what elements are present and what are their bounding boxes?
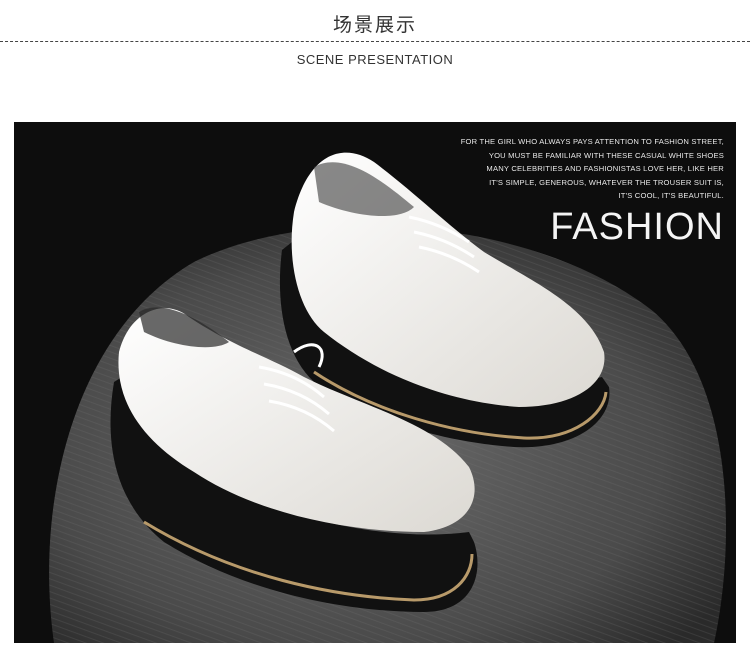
section-title-cn: 场景展示 <box>332 14 417 36</box>
tagline-line: YOU MUST BE FAMILIAR WITH THESE CASUAL W… <box>488 150 724 160</box>
tagline-line: IT'S SIMPLE, GENEROUS, WHATEVER THE TROU… <box>489 177 724 187</box>
product-scene-photo: FOR THE GIRL WHO ALWAYS PAYS ATTENTION T… <box>14 122 736 643</box>
section-title-en: SCENE PRESENTATION <box>296 52 454 67</box>
tagline-line: IT'S COOL, IT'S BEAUTIFUL. <box>618 191 724 200</box>
tagline-line: MANY CELEBRITIES AND FASHIONISTAS LOVE H… <box>486 164 724 173</box>
promo-tagline: FOR THE GIRL WHO ALWAYS PAYS ATTENTION T… <box>444 135 724 203</box>
fashion-headline: FASHION <box>550 206 724 248</box>
dashed-divider <box>0 41 750 42</box>
tagline-line: FOR THE GIRL WHO ALWAYS PAYS ATTENTION T… <box>460 137 724 146</box>
